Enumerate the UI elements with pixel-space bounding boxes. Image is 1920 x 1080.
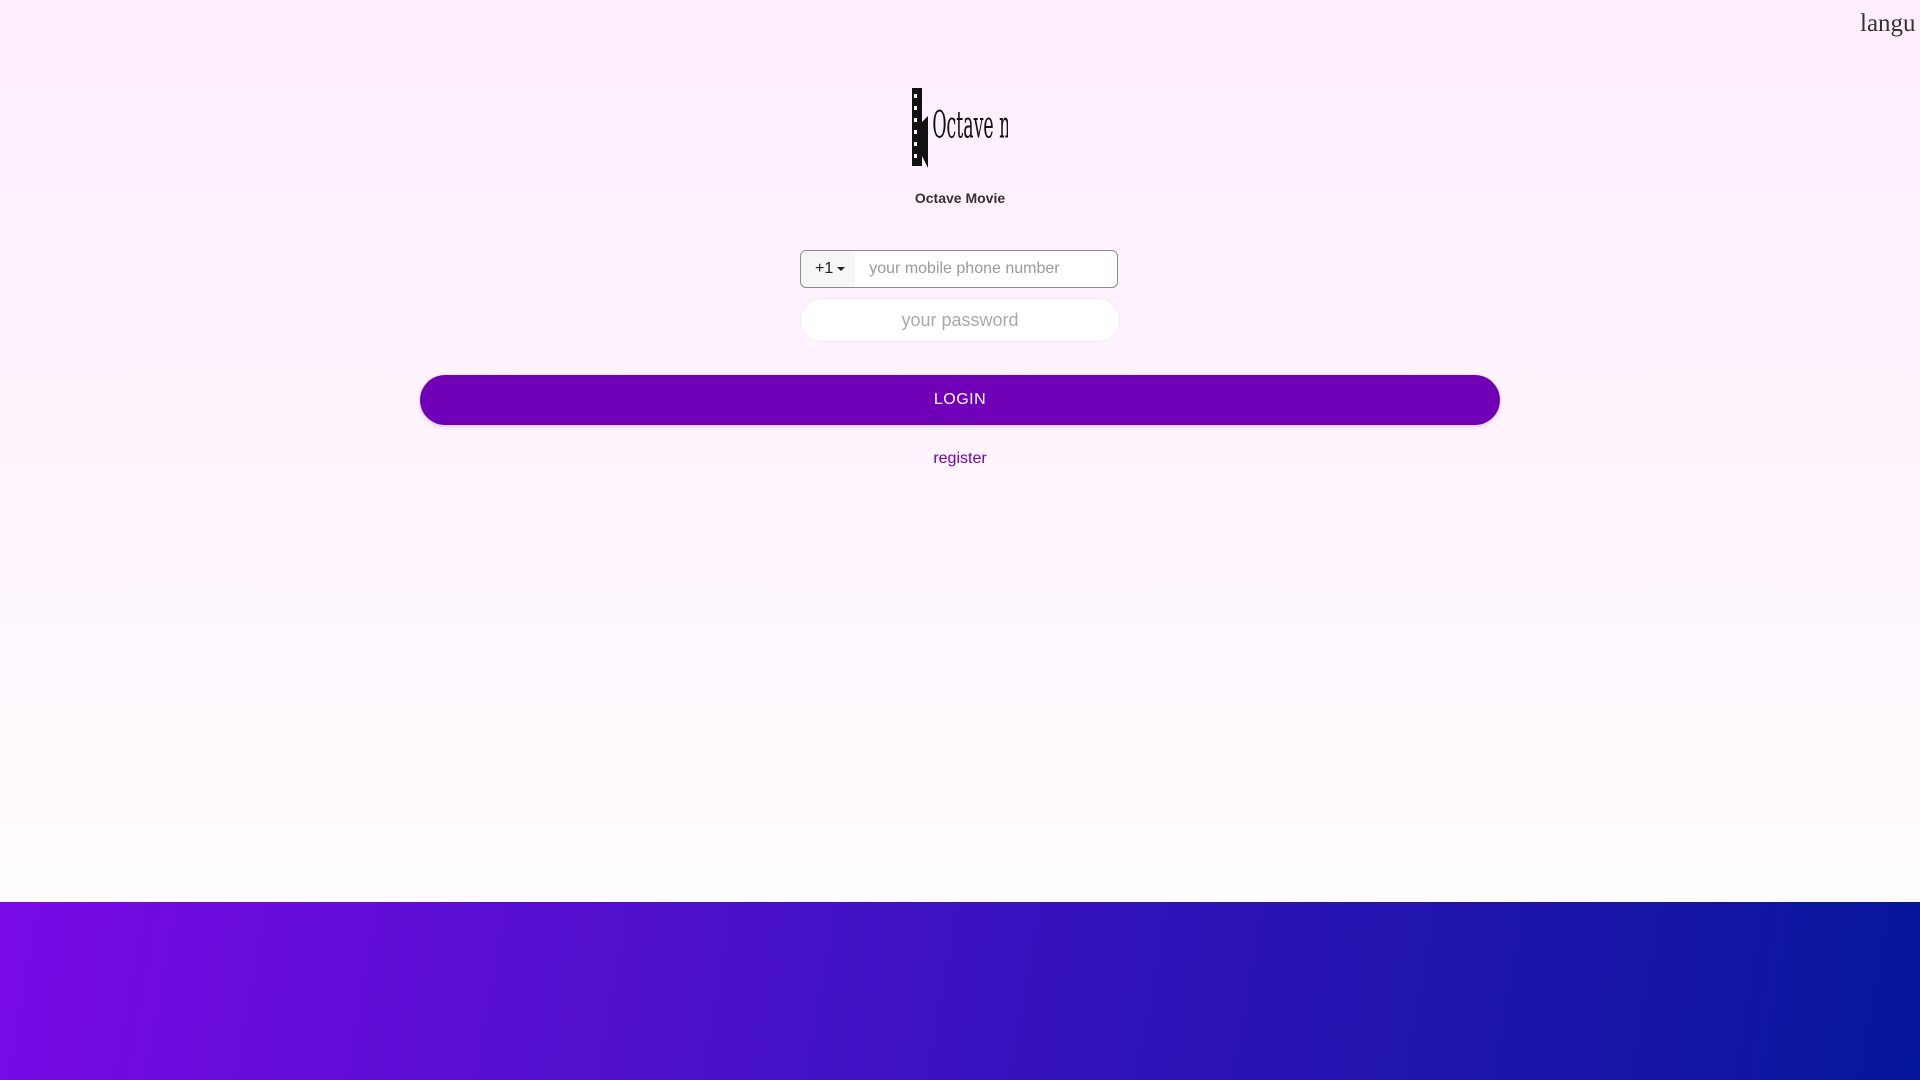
phone-input[interactable]	[855, 251, 1117, 287]
footer-band	[0, 902, 1920, 1080]
country-code-value: +1	[815, 260, 834, 277]
country-code-select[interactable]: +1	[801, 251, 856, 287]
password-input[interactable]	[800, 298, 1120, 342]
language-switch[interactable]: langu	[1860, 10, 1920, 38]
register-link[interactable]: register	[0, 450, 1920, 468]
login-button[interactable]: LOGIN	[420, 375, 1500, 425]
phone-field-group: +1	[800, 250, 1118, 288]
logo-text: Octave movie	[932, 103, 1008, 147]
brand-logo: Octave movie	[912, 88, 1008, 168]
brand-name: Octave Movie	[914, 190, 1006, 206]
caret-down-icon	[837, 267, 846, 271]
